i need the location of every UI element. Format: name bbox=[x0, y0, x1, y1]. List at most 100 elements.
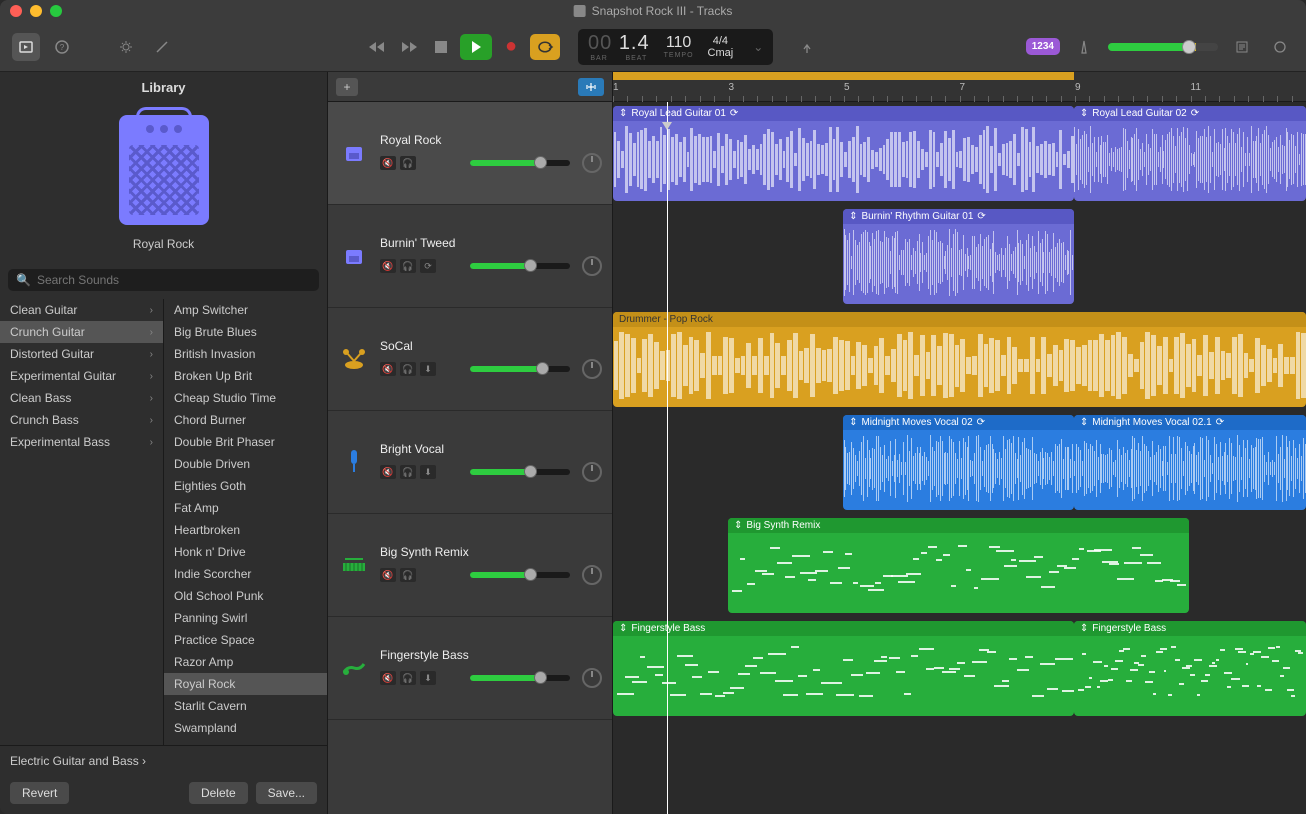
stop-button[interactable] bbox=[428, 34, 454, 60]
track-header[interactable]: Royal Rock 🔇🎧 bbox=[328, 102, 612, 205]
master-volume[interactable] bbox=[1108, 43, 1218, 51]
region[interactable]: ⇕ Big Synth Remix bbox=[728, 518, 1189, 613]
track-solo-button[interactable]: 🎧 bbox=[400, 465, 416, 479]
track-loop-button[interactable]: ⟳ bbox=[420, 259, 436, 273]
track-header[interactable]: Bright Vocal 🔇🎧⬇ bbox=[328, 411, 612, 514]
library-preset-item[interactable]: Royal Rock bbox=[164, 673, 327, 695]
track-header[interactable]: Big Synth Remix 🔇🎧 bbox=[328, 514, 612, 617]
library-preset-item[interactable]: British Invasion bbox=[164, 343, 327, 365]
library-category-item[interactable]: Experimental Bass› bbox=[0, 431, 163, 453]
resize-handle-icon[interactable]: ⇕ bbox=[1080, 417, 1088, 428]
region[interactable]: ⇕ Burnin' Rhythm Guitar 01 ⟳ bbox=[843, 209, 1074, 304]
library-category-item[interactable]: Clean Guitar› bbox=[0, 299, 163, 321]
cycle-button[interactable] bbox=[530, 34, 560, 60]
edit-tool[interactable] bbox=[148, 33, 176, 61]
close-window[interactable] bbox=[10, 5, 22, 17]
library-preset-item[interactable]: Big Brute Blues bbox=[164, 321, 327, 343]
track-solo-button[interactable]: 🎧 bbox=[400, 362, 416, 376]
track-header[interactable]: SoCal 🔇🎧⬇ bbox=[328, 308, 612, 411]
track-pan-knob[interactable] bbox=[582, 462, 602, 482]
track-volume-slider[interactable] bbox=[470, 263, 570, 269]
track-fx-button[interactable]: ⬇ bbox=[420, 465, 436, 479]
library-category-item[interactable]: Crunch Bass› bbox=[0, 409, 163, 431]
library-preset-item[interactable]: Honk n' Drive bbox=[164, 541, 327, 563]
track-solo-button[interactable]: 🎧 bbox=[400, 568, 416, 582]
track-volume-slider[interactable] bbox=[470, 572, 570, 578]
save-button[interactable]: Save... bbox=[256, 782, 317, 804]
region[interactable]: ⇕ Royal Lead Guitar 02 ⟳ bbox=[1074, 106, 1306, 201]
track-pan-knob[interactable] bbox=[582, 153, 602, 173]
master-track-button[interactable] bbox=[578, 78, 604, 96]
revert-button[interactable]: Revert bbox=[10, 782, 69, 804]
notepad-icon[interactable] bbox=[1228, 33, 1256, 61]
library-preset-item[interactable]: Double Driven bbox=[164, 453, 327, 475]
lcd-menu[interactable]: ⌄ bbox=[747, 40, 763, 54]
track-pan-knob[interactable] bbox=[582, 359, 602, 379]
library-search[interactable]: 🔍 bbox=[8, 269, 319, 291]
library-preset-item[interactable]: Amp Switcher bbox=[164, 299, 327, 321]
track-mute-button[interactable]: 🔇 bbox=[380, 465, 396, 479]
resize-handle-icon[interactable]: ⇕ bbox=[1080, 623, 1088, 634]
track-header[interactable]: Burnin' Tweed 🔇🎧⟳ bbox=[328, 205, 612, 308]
regions-area[interactable]: ⇕ Royal Lead Guitar 01 ⟳⇕ Royal Lead Gui… bbox=[613, 102, 1306, 814]
settings-icon[interactable] bbox=[112, 33, 140, 61]
timeline-ruler[interactable]: 135791113 bbox=[613, 72, 1306, 101]
track-volume-slider[interactable] bbox=[470, 160, 570, 166]
track-mute-button[interactable]: 🔇 bbox=[380, 156, 396, 170]
library-preset-item[interactable]: Cheap Studio Time bbox=[164, 387, 327, 409]
resize-handle-icon[interactable]: ⇕ bbox=[1080, 108, 1088, 119]
search-input[interactable] bbox=[37, 273, 311, 287]
maximize-window[interactable] bbox=[50, 5, 62, 17]
track-pan-knob[interactable] bbox=[582, 256, 602, 276]
help-button[interactable]: ? bbox=[48, 33, 76, 61]
track-pan-knob[interactable] bbox=[582, 668, 602, 688]
track-fx-button[interactable]: ⬇ bbox=[420, 671, 436, 685]
track-mute-button[interactable]: 🔇 bbox=[380, 362, 396, 376]
track-mute-button[interactable]: 🔇 bbox=[380, 259, 396, 273]
record-button[interactable]: ● bbox=[498, 34, 524, 60]
library-preset-item[interactable]: Razor Amp bbox=[164, 651, 327, 673]
track-solo-button[interactable]: 🎧 bbox=[400, 156, 416, 170]
library-category-item[interactable]: Clean Bass› bbox=[0, 387, 163, 409]
library-category-item[interactable]: Crunch Guitar› bbox=[0, 321, 163, 343]
library-toggle[interactable] bbox=[12, 33, 40, 61]
tuner-icon[interactable] bbox=[793, 33, 821, 61]
resize-handle-icon[interactable]: ⇕ bbox=[849, 211, 857, 222]
library-preset-item[interactable]: Practice Space bbox=[164, 629, 327, 651]
region[interactable]: ⇕ Fingerstyle Bass bbox=[1074, 621, 1306, 716]
library-preset-item[interactable]: Fat Amp bbox=[164, 497, 327, 519]
library-preset-item[interactable]: Swampland bbox=[164, 717, 327, 739]
library-preset-item[interactable]: Eighties Goth bbox=[164, 475, 327, 497]
forward-button[interactable] bbox=[396, 34, 422, 60]
library-preset-item[interactable]: Starlit Cavern bbox=[164, 695, 327, 717]
region[interactable]: ⇕ Midnight Moves Vocal 02.1 ⟳ bbox=[1074, 415, 1306, 510]
library-preset-item[interactable]: Chord Burner bbox=[164, 409, 327, 431]
track-pan-knob[interactable] bbox=[582, 565, 602, 585]
track-mute-button[interactable]: 🔇 bbox=[380, 568, 396, 582]
loop-browser-icon[interactable] bbox=[1266, 33, 1294, 61]
play-button[interactable] bbox=[460, 34, 492, 60]
track-volume-slider[interactable] bbox=[470, 675, 570, 681]
count-in-button[interactable]: 1234 bbox=[1026, 38, 1060, 55]
library-preset-item[interactable]: Heartbroken bbox=[164, 519, 327, 541]
library-preset-item[interactable]: Old School Punk bbox=[164, 585, 327, 607]
library-category-item[interactable]: Experimental Guitar› bbox=[0, 365, 163, 387]
track-volume-slider[interactable] bbox=[470, 469, 570, 475]
add-track-button[interactable]: + bbox=[336, 78, 358, 96]
track-fx-button[interactable]: ⬇ bbox=[420, 362, 436, 376]
library-preset-item[interactable]: Indie Scorcher bbox=[164, 563, 327, 585]
metronome-icon[interactable] bbox=[1070, 33, 1098, 61]
lcd-display[interactable]: 00 1.4 BAR BEAT 110 TEMPO 4/4 Cmaj ⌄ bbox=[578, 29, 773, 65]
library-category-item[interactable]: Distorted Guitar› bbox=[0, 343, 163, 365]
track-volume-slider[interactable] bbox=[470, 366, 570, 372]
library-preset-item[interactable]: Double Brit Phaser bbox=[164, 431, 327, 453]
resize-handle-icon[interactable]: ⇕ bbox=[734, 520, 742, 531]
region[interactable]: Drummer - Pop Rock bbox=[613, 312, 1306, 407]
delete-button[interactable]: Delete bbox=[189, 782, 248, 804]
library-preset-item[interactable]: Panning Swirl bbox=[164, 607, 327, 629]
track-solo-button[interactable]: 🎧 bbox=[400, 259, 416, 273]
library-breadcrumb[interactable]: Electric Guitar and Bass › bbox=[0, 746, 327, 776]
track-header[interactable]: Fingerstyle Bass 🔇🎧⬇ bbox=[328, 617, 612, 720]
library-preset-item[interactable]: Broken Up Brit bbox=[164, 365, 327, 387]
rewind-button[interactable] bbox=[364, 34, 390, 60]
